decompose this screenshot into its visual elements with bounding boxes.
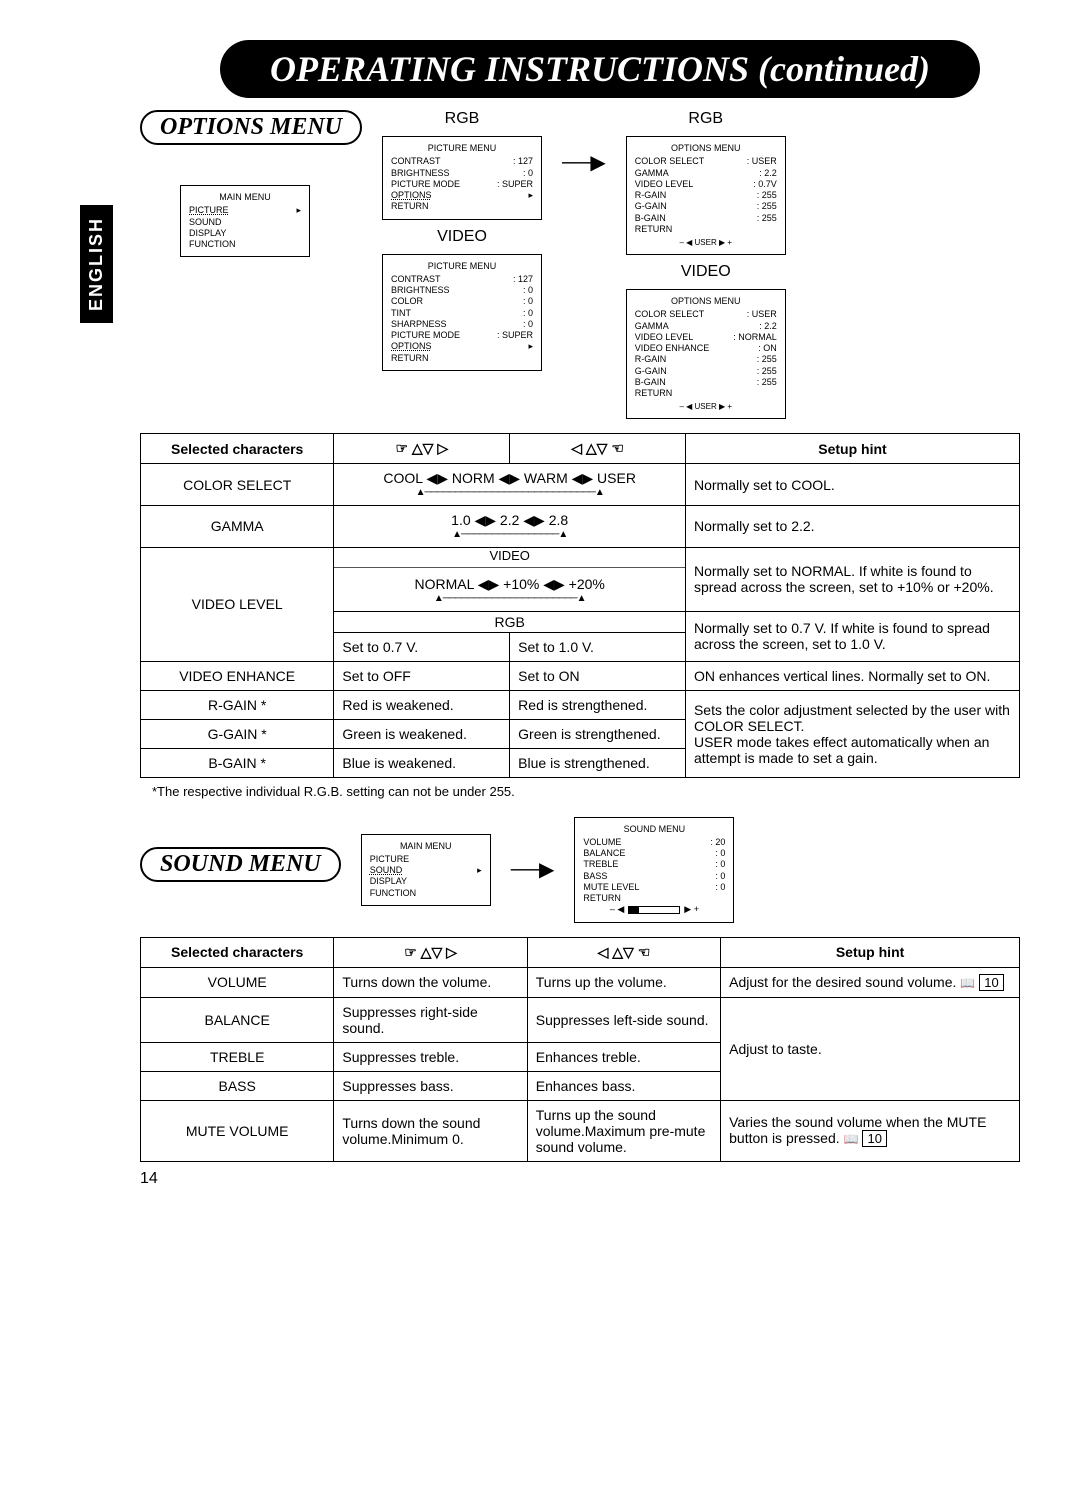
table-row: BALANCE Suppresses right-side sound. Sup… <box>141 997 1020 1042</box>
reference-icon: 📖 <box>844 1132 859 1146</box>
options-table: Selected characters ☞ △▽ ▷ ◁ △▽ ☜ Setup … <box>140 433 1020 777</box>
options-footnote: *The respective individual R.G.B. settin… <box>152 784 1020 799</box>
table-row: MUTE VOLUME Turns down the sound volume.… <box>141 1100 1020 1161</box>
page-title: OPERATING INSTRUCTIONS (continued) <box>220 40 980 98</box>
slider-icon <box>628 906 680 914</box>
page-ref: 10 <box>862 1130 886 1147</box>
main-menu-osd-sound: MAIN MENU PICTURE SOUND▸ DISPLAY FUNCTIO… <box>361 834 491 906</box>
col-selected: Selected characters <box>141 434 334 464</box>
table-row: COLOR SELECT COOL ◀▶ NORM ◀▶ WARM ◀▶ USE… <box>141 464 1020 506</box>
sound-menu-pill: SOUND MENU <box>140 847 341 882</box>
mode-label-video: VIDEO <box>437 228 487 246</box>
col-hint: Setup hint <box>721 937 1020 967</box>
mode-label-rgb: RGB <box>445 110 480 128</box>
table-row: VIDEO LEVEL VIDEO NORMAL ◀▶ +10% ◀▶ +20%… <box>141 547 1020 611</box>
page-number: 14 <box>140 1170 1020 1188</box>
mode-label-video-2: VIDEO <box>681 263 731 281</box>
col-hint: Setup hint <box>685 434 1019 464</box>
options-menu-pill: OPTIONS MENU <box>140 110 362 145</box>
main-menu-osd-options: MAIN MENU PICTURE▸ SOUND DISPLAY FUNCTIO… <box>180 185 310 257</box>
sound-menu-osd: SOUND MENU VOLUME: 20 BALANCE: 0 TREBLE:… <box>574 817 734 923</box>
arrow-right-icon: ──▶ <box>511 857 555 882</box>
options-menu-rgb: OPTIONS MENU COLOR SELECT: USER GAMMA: 2… <box>626 136 786 255</box>
picture-menu-video: PICTURE MENU CONTRAST: 127 BRIGHTNESS: 0… <box>382 254 542 371</box>
table-row: R-GAIN * Red is weakened. Red is strengt… <box>141 690 1020 719</box>
arrow-right-icon: ──▶ <box>562 110 606 175</box>
nav-left-icon: ☞ △▽ ▷ <box>342 944 518 961</box>
mode-label-rgb-2: RGB <box>688 110 723 128</box>
col-selected: Selected characters <box>141 937 334 967</box>
nav-left-icon: ☞ △▽ ▷ <box>342 440 501 457</box>
page-ref: 10 <box>979 974 1003 991</box>
options-menu-video: OPTIONS MENU COLOR SELECT: USER GAMMA: 2… <box>626 289 786 419</box>
table-row: GAMMA 1.0 ◀▶ 2.2 ◀▶ 2.8▲────────────────… <box>141 506 1020 548</box>
picture-menu-rgb: PICTURE MENU CONTRAST: 127 BRIGHTNESS: 0… <box>382 136 542 220</box>
reference-icon: 📖 <box>960 976 975 990</box>
nav-right-icon: ◁ △▽ ☜ <box>536 944 712 961</box>
sound-table: Selected characters ☞ △▽ ▷ ◁ △▽ ☜ Setup … <box>140 937 1020 1162</box>
language-tab: ENGLISH <box>80 205 113 323</box>
table-row: VIDEO ENHANCE Set to OFF Set to ON ON en… <box>141 661 1020 690</box>
nav-right-icon: ◁ △▽ ☜ <box>518 440 677 457</box>
table-row: VOLUME Turns down the volume. Turns up t… <box>141 967 1020 997</box>
